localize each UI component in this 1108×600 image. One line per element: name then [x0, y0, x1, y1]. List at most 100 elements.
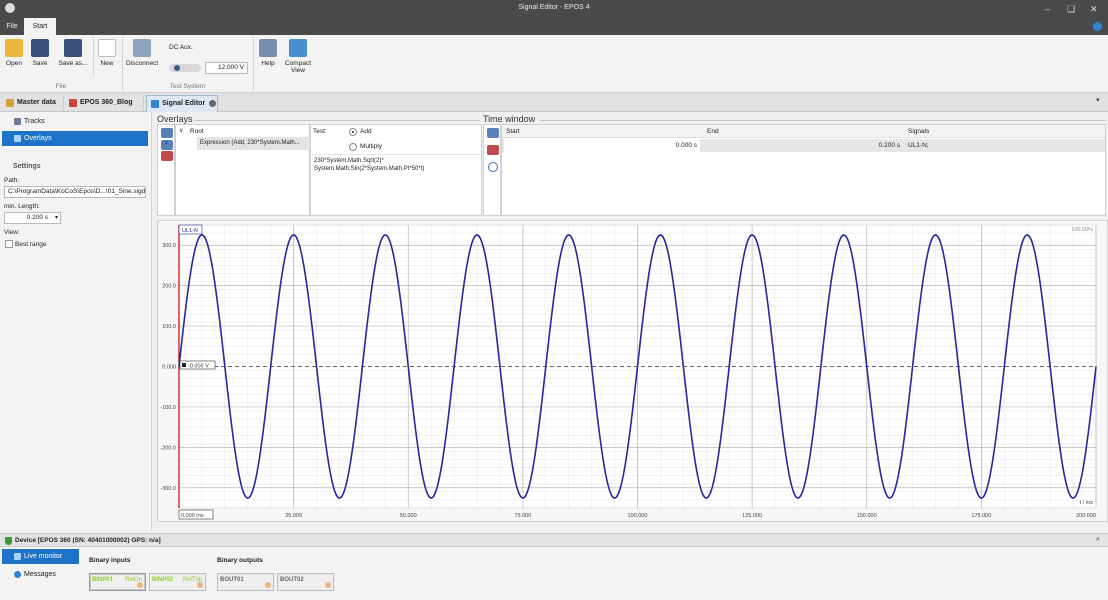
help-icon — [259, 39, 277, 57]
signal-chart[interactable]: 300.0 200.0 100.0 0.000 -100.0 -200.0 -300.0 2… — [157, 220, 1108, 522]
chevron-down-icon: ▾ — [54, 215, 58, 221]
time-window-toolbar — [483, 124, 501, 216]
overlay-properties: Test: Add Multiply 230*System.Math.Sqrt(… — [310, 124, 482, 216]
signal-editor-icon — [151, 100, 159, 108]
close-icon[interactable]: ✕ — [1090, 3, 1098, 15]
multiply-radio-label: Multiply — [360, 143, 383, 150]
best-range-checkbox[interactable] — [5, 240, 13, 248]
new-document-icon — [98, 39, 116, 57]
cell-end: 0.200 s — [878, 142, 900, 149]
tab-signal-editor[interactable]: Signal Editor — [146, 95, 218, 112]
sidebar-item-messages[interactable]: Messages — [2, 567, 79, 582]
pin-icon[interactable]: ⌕ — [1096, 536, 1100, 544]
minimize-icon[interactable]: – — [1045, 3, 1050, 15]
bout02-label: BOUT02 — [280, 577, 304, 583]
chart-canvas[interactable]: 300.0 200.0 100.0 0.000 -100.0 -200.0 -300.0 2… — [158, 221, 1107, 521]
path-input[interactable]: C:\ProgramData\KoCoS\Epos\D...\01_Sine.s… — [4, 186, 146, 198]
x-tick-label: 200.000 — [1076, 513, 1096, 519]
add-radio-label: Add — [360, 128, 372, 135]
tab-epos-360-blog[interactable]: EPOS 360_Blog — [65, 95, 144, 112]
new-label: New — [100, 60, 114, 67]
chevron-down-icon[interactable]: ▾ — [1096, 96, 1100, 104]
device-bar: Device [EPOS 360 (SN: 40401000002) GPS: … — [0, 533, 1108, 547]
bout02-indicator[interactable]: BOUT02 — [277, 573, 334, 591]
y-tick-label: -200.0 — [160, 445, 176, 451]
add-overlay-icon[interactable] — [161, 128, 173, 138]
tree-item-expression[interactable]: Expression (Add, 230*System.Math... — [197, 137, 310, 150]
save-as-button[interactable]: Save as... — [56, 39, 90, 67]
overlays-icon — [14, 135, 21, 142]
selection-marker — [165, 141, 168, 144]
overlays-toolbar — [157, 124, 175, 216]
dc-aux-toggle[interactable] — [169, 64, 201, 72]
help-button[interactable]: Help — [258, 39, 278, 67]
sidebar-item-label: Overlays — [24, 135, 52, 142]
time-readout: 0.000 ms — [181, 513, 204, 519]
close-tab-icon[interactable] — [209, 100, 216, 107]
menu-start[interactable]: Start — [24, 18, 56, 35]
window-title: Signal Editor - EPOS 4 — [518, 4, 590, 11]
settings-heading: Settings — [13, 163, 41, 170]
delete-window-icon[interactable] — [487, 145, 499, 155]
table-row[interactable]: 0.000 s 0.200 s UL1-N; — [502, 139, 1105, 152]
clock-icon[interactable] — [488, 162, 498, 172]
new-button[interactable]: New — [97, 39, 117, 67]
column-header-signals[interactable]: Signals — [908, 125, 929, 138]
tree-root[interactable]: Root — [190, 128, 204, 135]
min-length-select[interactable]: 0.200 s ▾ — [4, 212, 61, 224]
info-icon[interactable] — [1093, 22, 1102, 31]
sidebar-item-tracks[interactable]: Tracks — [2, 114, 148, 129]
status-dot-icon — [265, 582, 271, 588]
help-label: Help — [261, 60, 275, 67]
x-tick-label: 50.000 — [400, 513, 417, 519]
column-header-end[interactable]: End — [707, 125, 719, 138]
time-window-table: Start End Signals 0.000 s 0.200 s UL1-N; — [501, 124, 1106, 216]
cell-signals: UL1-N; — [908, 142, 929, 149]
series-label: UL1-N — [182, 228, 198, 234]
sidebar-item-label: Live monitor — [24, 553, 63, 560]
tab-label: EPOS 360_Blog — [80, 99, 133, 106]
monitor-icon — [14, 553, 21, 560]
compact-view-button[interactable]: Compact View — [284, 39, 312, 74]
restore-icon[interactable]: ❏ — [1067, 3, 1075, 15]
time-window-title: Time window — [483, 114, 536, 124]
status-dot-icon — [197, 582, 203, 588]
binp01-indicator[interactable]: BINP01 RelOn — [89, 573, 146, 591]
menu-file[interactable]: File — [0, 18, 24, 35]
dc-aux-voltage-input[interactable]: 12.000 V — [205, 62, 248, 74]
ribbon-separator — [93, 37, 94, 77]
multiply-radio[interactable] — [349, 143, 357, 151]
y-tick-label: 0.000 — [162, 365, 176, 371]
bout01-label: BOUT01 — [220, 577, 244, 583]
group-test-system-label: Test System — [169, 83, 206, 90]
bout01-indicator[interactable]: BOUT01 — [217, 573, 274, 591]
path-label: Path: — [4, 177, 20, 184]
open-button[interactable]: Open — [4, 39, 24, 67]
column-header-start[interactable]: Start — [506, 125, 520, 138]
delete-overlay-icon[interactable] — [161, 151, 173, 161]
binp02-indicator[interactable]: BINP02 RelTrip — [149, 573, 206, 591]
zoom-readout: 100.00% — [1071, 227, 1093, 233]
save-as-label: Save as... — [58, 60, 88, 67]
formula-input[interactable]: 230*System.Math.Sqrt(2)* System.Math.Sin… — [312, 154, 480, 206]
min-length-value: 0.200 s — [26, 214, 48, 221]
formula-line: System.Math.Sin(2*System.Math.PI*50*t) — [314, 166, 425, 172]
time-window-title-rule — [540, 120, 1106, 121]
chevron-down-icon[interactable]: ∨ — [179, 127, 183, 134]
status-dot-icon — [137, 582, 143, 588]
disconnect-icon — [133, 39, 151, 57]
compact-view-icon — [289, 39, 307, 57]
overlay-tree: ∨ Root Expression (Add, 230*System.Math.… — [175, 124, 310, 216]
min-length-label: min. Length: — [4, 203, 40, 210]
sidebar-item-label: Messages — [24, 571, 56, 578]
add-window-icon[interactable] — [487, 128, 499, 138]
add-radio[interactable] — [349, 128, 357, 136]
save-button[interactable]: Save — [30, 39, 50, 67]
tab-master-data[interactable]: Master data — [2, 95, 64, 112]
y-tick-label: -300.0 — [160, 486, 176, 492]
sidebar-item-live-monitor[interactable]: Live monitor — [2, 549, 79, 564]
group-file-label: File — [55, 83, 67, 90]
disconnect-button[interactable]: Disconnect — [126, 39, 158, 67]
compact-view-label: Compact View — [284, 60, 311, 74]
sidebar-item-overlays[interactable]: Overlays — [2, 131, 148, 146]
